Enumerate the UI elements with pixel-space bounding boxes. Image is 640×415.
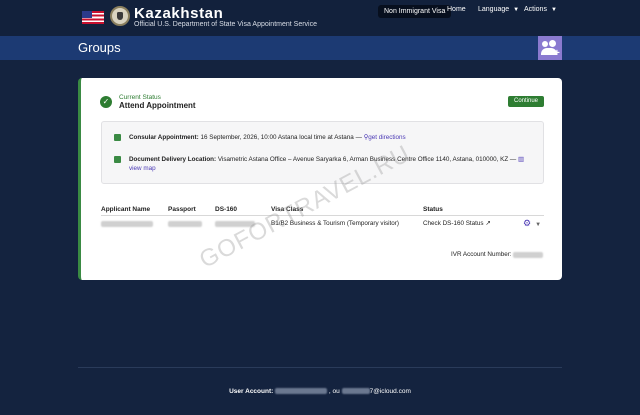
column-header-status: Status bbox=[423, 206, 443, 213]
current-status-label: Current Status bbox=[119, 94, 161, 101]
email-suffix: 7@icloud.com bbox=[369, 388, 411, 395]
map-icon: ▥ bbox=[517, 156, 524, 163]
table-header-divider bbox=[101, 215, 544, 216]
check-ds160-status-link[interactable]: Check DS-160 Status ↗ bbox=[423, 220, 491, 227]
column-header-ds160: DS-160 bbox=[215, 206, 238, 213]
current-status-value: Attend Appointment bbox=[119, 101, 196, 110]
nav-home[interactable]: Home bbox=[447, 6, 466, 13]
chevron-down-icon: ▼ bbox=[550, 7, 557, 13]
add-group-member-icon[interactable]: + bbox=[538, 36, 562, 60]
consular-appointment-value: 16 September, 2026, 10:00 Astana local t… bbox=[200, 134, 362, 141]
consular-appointment-label: Consular Appointment: bbox=[129, 134, 199, 141]
top-navigation-bar: Kazakhstan Official U.S. Department of S… bbox=[0, 0, 640, 36]
nav-actions[interactable]: Actions ▼ bbox=[524, 6, 557, 13]
ivr-account-redacted bbox=[513, 252, 543, 258]
appointment-info-panel: Consular Appointment: 16 September, 2026… bbox=[101, 121, 544, 184]
ivr-account-label: IVR Account Number: bbox=[451, 251, 512, 258]
site-subtitle: Official U.S. Department of State Visa A… bbox=[134, 21, 317, 28]
calendar-icon bbox=[114, 134, 121, 141]
row-actions-gear[interactable]: ⚙ ▼ bbox=[523, 218, 541, 229]
view-map-link[interactable]: view map bbox=[129, 165, 156, 172]
delivery-location-label: Document Delivery Location: bbox=[129, 156, 217, 163]
state-department-seal-icon bbox=[110, 6, 130, 26]
passport-redacted bbox=[168, 221, 202, 227]
nav-language[interactable]: Language ▼ bbox=[478, 6, 519, 13]
us-flag-icon bbox=[82, 11, 104, 24]
group-card: ✓ Current Status Attend Appointment Cont… bbox=[78, 78, 562, 280]
nav-language-label: Language bbox=[478, 6, 510, 13]
site-title[interactable]: Kazakhstan bbox=[134, 5, 223, 22]
consular-appointment-line: Consular Appointment: 16 September, 2026… bbox=[129, 134, 406, 141]
nav-actions-label: Actions bbox=[524, 6, 547, 13]
page-title: Groups bbox=[78, 40, 121, 55]
footer-divider bbox=[78, 367, 562, 368]
gear-icon: ⚙ bbox=[523, 218, 532, 228]
check-ds160-status-label: Check DS-160 Status bbox=[423, 220, 484, 227]
nav-non-immigrant-visa[interactable]: Non Immigrant Visa bbox=[378, 5, 452, 18]
applicant-name-redacted bbox=[101, 221, 153, 227]
column-header-applicant-name: Applicant Name bbox=[101, 206, 151, 213]
chevron-down-icon: ▼ bbox=[535, 222, 542, 228]
continue-button[interactable]: Continue bbox=[508, 96, 544, 107]
footer-separator: , ou bbox=[328, 388, 340, 395]
email-prefix-redacted bbox=[341, 388, 370, 395]
view-map-label: view map bbox=[129, 165, 156, 172]
chevron-down-icon: ▼ bbox=[513, 7, 520, 13]
external-link-icon: ↗ bbox=[485, 220, 491, 227]
check-circle-icon: ✓ bbox=[100, 96, 112, 108]
column-header-passport: Passport bbox=[168, 206, 196, 213]
user-account-label: User Account: bbox=[229, 388, 274, 395]
delivery-location-line: Document Delivery Location: Visametric A… bbox=[129, 156, 524, 163]
delivery-truck-icon bbox=[114, 156, 121, 163]
user-name-redacted bbox=[275, 388, 328, 395]
footer: User Account: , ou 7@icloud.com bbox=[0, 388, 640, 395]
